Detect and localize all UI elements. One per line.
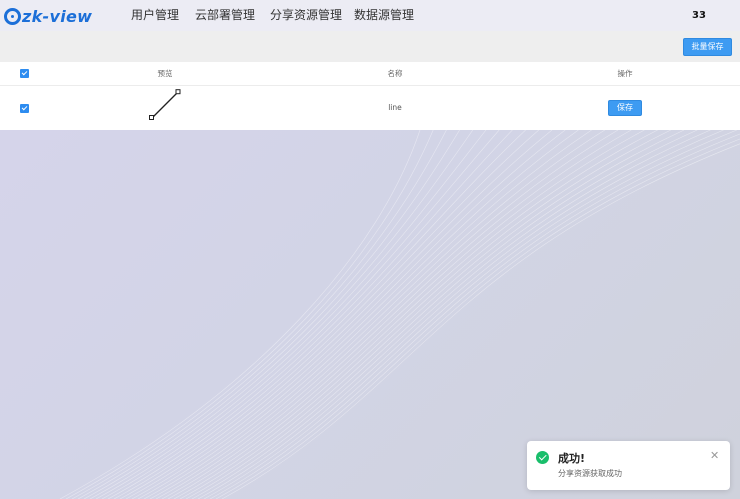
column-header-preview: 预览 (157, 69, 173, 78)
nav-cloud-deploy-management[interactable]: 云部署管理 (195, 0, 255, 31)
line-icon[interactable] (147, 89, 183, 121)
batch-save-button[interactable]: 批量保存 (683, 38, 732, 56)
row-save-button[interactable]: 保存 (608, 100, 642, 116)
table-header: 预览 名称 操作 (0, 62, 740, 86)
row-name: line (388, 103, 402, 112)
select-all-checkbox[interactable] (20, 69, 29, 78)
check-circle-icon (536, 451, 549, 464)
toolbar (0, 31, 740, 62)
notification-title: 成功! (558, 452, 586, 465)
top-navbar: zk-view 用户管理 云部署管理 分享资源管理 数据源管理 33 (0, 0, 740, 31)
row-checkbox[interactable] (20, 104, 29, 113)
logo-text: zk-view (22, 6, 93, 26)
nav-user-management[interactable]: 用户管理 (131, 0, 179, 31)
column-header-action: 操作 (617, 69, 633, 78)
column-header-name: 名称 (387, 69, 403, 78)
resource-table: 预览 名称 操作 line 保存 (0, 62, 740, 130)
notification-message: 分享资源获取成功 (558, 469, 622, 478)
user-name[interactable]: 33 (692, 0, 706, 31)
success-notification: 成功! 分享资源获取成功 ✕ (527, 441, 730, 490)
app-logo[interactable]: zk-view (4, 5, 92, 27)
nav-share-resource-management[interactable]: 分享资源管理 (270, 0, 342, 31)
logo-ring-icon (4, 7, 21, 25)
close-icon[interactable]: ✕ (710, 450, 719, 462)
nav-datasource-management[interactable]: 数据源管理 (354, 0, 414, 31)
